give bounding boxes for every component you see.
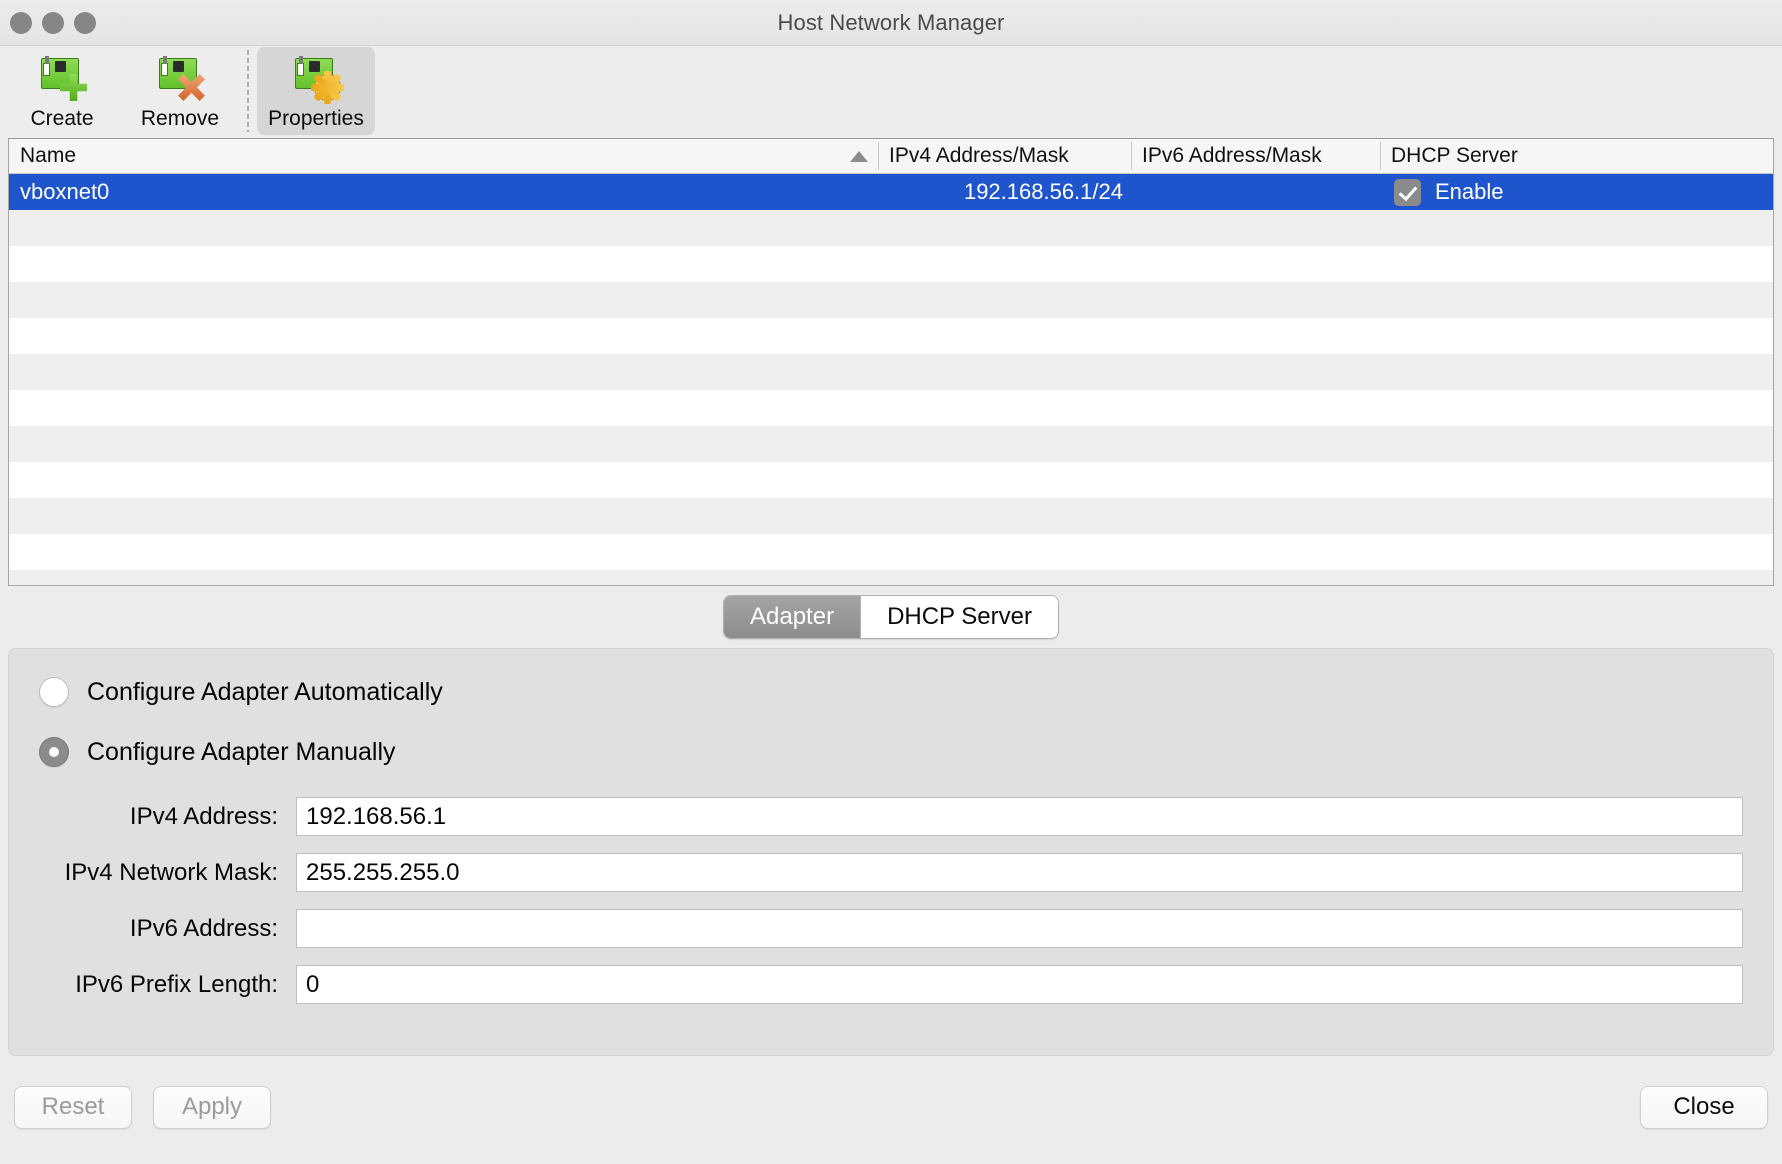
sort-ascending-icon (850, 150, 868, 162)
dhcp-enabled-label: Enable (1435, 179, 1504, 204)
network-list-table: Name IPv4 Address/Mask IPv6 Address/Mask… (8, 138, 1774, 586)
radio-configure-manually-label: Configure Adapter Manually (87, 737, 396, 766)
field-row-ipv4-address: IPv4 Address: (39, 797, 1743, 836)
ipv6-address-label: IPv6 Address: (129, 914, 278, 942)
adapter-settings-panel: Configure Adapter Automatically Configur… (8, 648, 1774, 1056)
dhcp-enabled-checkbox[interactable] (1394, 178, 1421, 206)
field-row-ipv4-network-mask: IPv4 Network Mask: (39, 853, 1743, 892)
field-row-ipv6-address: IPv6 Address: (39, 909, 1743, 948)
ipv6-address-input[interactable] (296, 909, 1743, 948)
ipv4-network-mask-input[interactable] (296, 853, 1743, 892)
toolbar-separator (247, 50, 249, 132)
table-row[interactable]: vboxnet0 192.168.56.1/24 Enable (9, 174, 1773, 210)
table-row-empty (9, 390, 1773, 426)
ipv4-network-mask-label: IPv4 Network Mask: (64, 858, 278, 886)
tab-adapter-label: Adapter (750, 603, 835, 630)
table-row-empty (9, 354, 1773, 390)
settings-tabs-row: Adapter DHCP Server (0, 586, 1782, 648)
column-header-dhcp-label: DHCP Server (1391, 144, 1518, 167)
tab-dhcp-server[interactable]: DHCP Server (860, 596, 1058, 638)
table-row-empty (9, 210, 1773, 246)
settings-tabs: Adapter DHCP Server (723, 595, 1059, 639)
table-row-empty (9, 318, 1773, 354)
table-body: vboxnet0 192.168.56.1/24 Enable (9, 174, 1773, 585)
title-bar: Host Network Manager (0, 0, 1782, 46)
table-row-empty (9, 498, 1773, 534)
cell-ipv4: 192.168.56.1/24 (963, 179, 1123, 204)
create-button[interactable]: Create (3, 47, 121, 135)
column-header-dhcp[interactable]: DHCP Server (1380, 139, 1773, 173)
column-header-ipv4[interactable]: IPv4 Address/Mask (878, 139, 1131, 173)
table-row-empty (9, 246, 1773, 282)
apply-button[interactable]: Apply (153, 1085, 271, 1129)
footer-bar: Reset Apply Close (0, 1056, 1782, 1164)
remove-button-label: Remove (140, 107, 220, 130)
cell-dhcp: Enable (1380, 178, 1773, 206)
column-header-name-label: Name (20, 144, 77, 167)
remove-button[interactable]: Remove (121, 47, 239, 135)
network-card-settings-icon (292, 55, 344, 104)
window-controls (10, 0, 96, 45)
toolbar: Create Remove Properties (0, 46, 1782, 138)
table-row-empty (9, 282, 1773, 318)
zoom-window-button[interactable] (74, 11, 96, 34)
radio-configure-automatically[interactable]: Configure Adapter Automatically (39, 677, 1743, 707)
properties-button[interactable]: Properties (257, 47, 375, 135)
column-header-ipv6-label: IPv6 Address/Mask (1142, 144, 1322, 167)
table-row-empty (9, 426, 1773, 462)
tab-adapter[interactable]: Adapter (724, 596, 861, 638)
create-button-label: Create (30, 107, 94, 130)
host-network-manager-window: Host Network Manager Create Remove Prope… (0, 0, 1782, 1164)
table-row-empty (9, 462, 1773, 498)
radio-configure-manually[interactable]: Configure Adapter Manually (39, 737, 1743, 767)
ipv6-prefix-length-label: IPv6 Prefix Length: (75, 970, 278, 998)
cell-name: vboxnet0 (20, 179, 110, 204)
minimize-window-button[interactable] (42, 11, 64, 34)
table-row-empty (9, 534, 1773, 570)
field-row-ipv6-prefix-length: IPv6 Prefix Length: (39, 965, 1743, 1004)
radio-configure-manually-indicator[interactable] (39, 737, 69, 767)
ipv6-prefix-length-input[interactable] (296, 965, 1743, 1004)
radio-configure-automatically-indicator[interactable] (39, 677, 69, 707)
reset-button[interactable]: Reset (14, 1085, 132, 1129)
tab-dhcp-server-label: DHCP Server (887, 603, 1032, 630)
close-window-button[interactable] (10, 11, 32, 34)
close-button[interactable]: Close (1640, 1085, 1768, 1129)
column-header-ipv4-label: IPv4 Address/Mask (889, 144, 1069, 167)
network-card-remove-icon (156, 55, 205, 101)
window-title: Host Network Manager (777, 9, 1005, 35)
table-header-row: Name IPv4 Address/Mask IPv6 Address/Mask… (9, 139, 1773, 174)
column-header-ipv6[interactable]: IPv6 Address/Mask (1131, 139, 1380, 173)
ipv4-address-label: IPv4 Address: (129, 802, 278, 830)
radio-configure-automatically-label: Configure Adapter Automatically (87, 677, 443, 706)
network-card-add-icon (38, 55, 87, 101)
column-header-name[interactable]: Name (9, 139, 878, 173)
properties-button-label: Properties (268, 107, 364, 130)
table-row-empty (9, 570, 1773, 585)
ipv4-address-input[interactable] (296, 797, 1743, 836)
